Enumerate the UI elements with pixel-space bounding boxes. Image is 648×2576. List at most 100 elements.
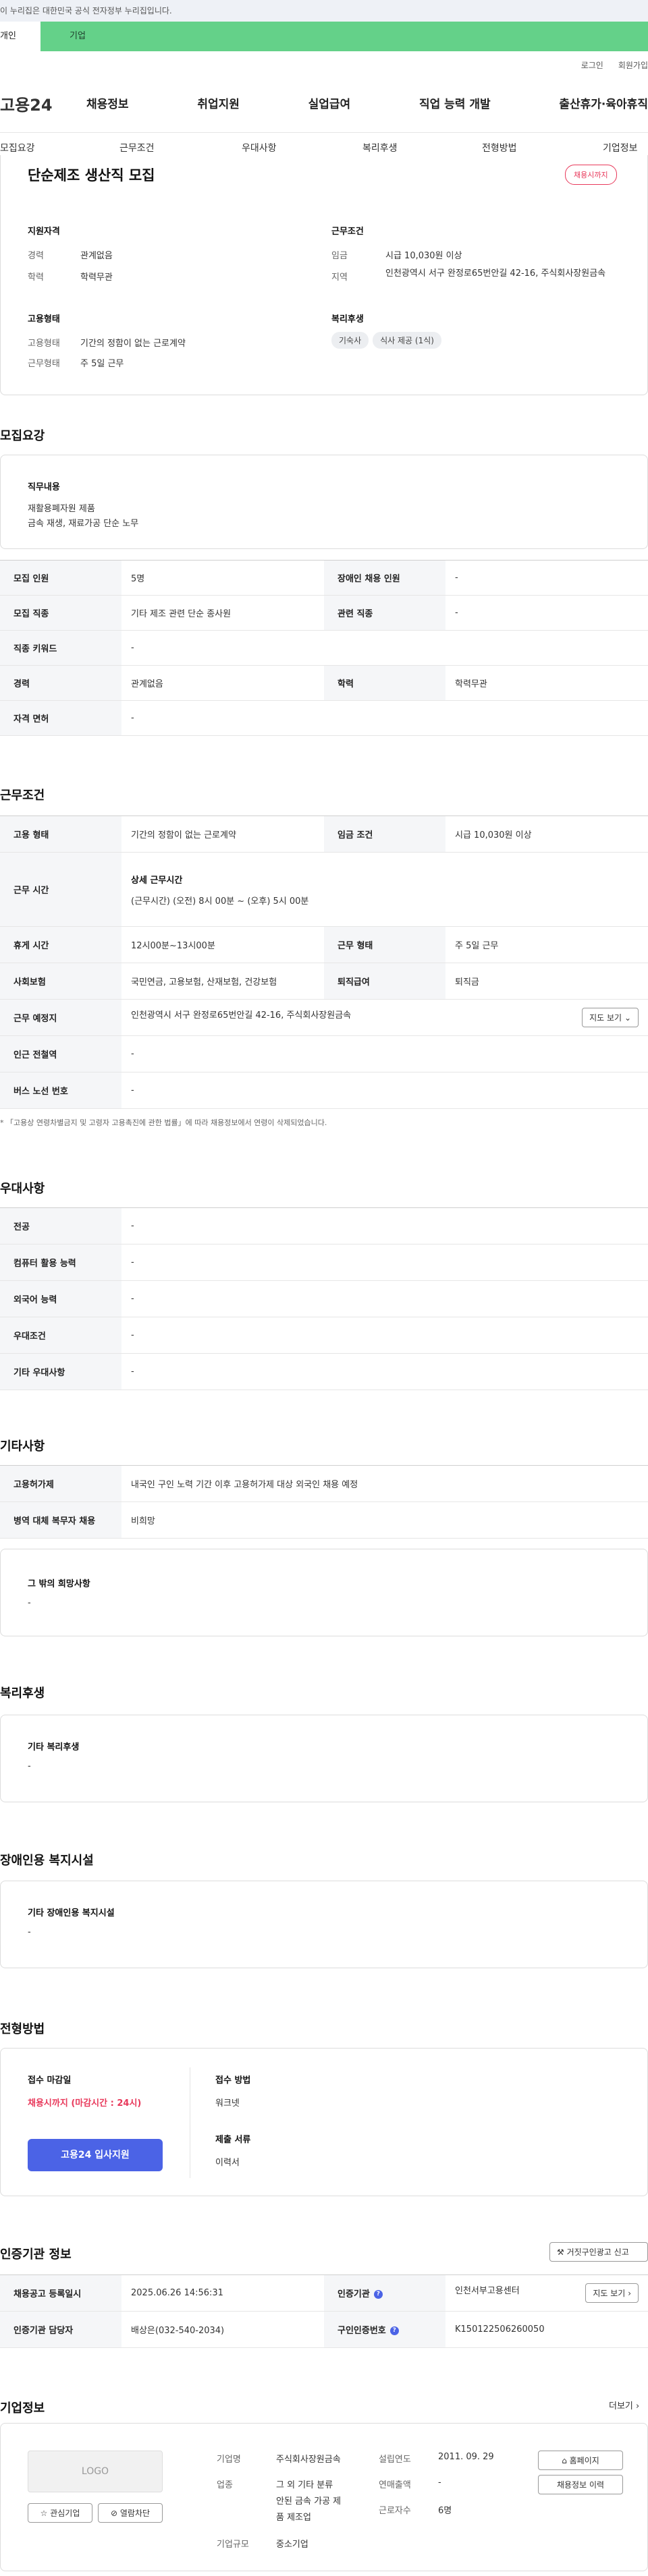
edu-label: 학력: [28, 273, 44, 283]
company-card: LOGO ☆ 관심기업 ⊘ 열람차단 기업명 주식회사장원금속 업종 그 외 기…: [0, 2423, 648, 2571]
org-map-button[interactable]: 지도 보기 ›: [585, 2283, 639, 2303]
tab-conditions[interactable]: 근무조건: [119, 141, 155, 154]
home-icon: ⌂: [562, 2456, 567, 2465]
homepage-button[interactable]: ⌂ 홈페이지: [538, 2451, 623, 2470]
cell-label: 휴게 시간: [0, 926, 122, 963]
cell-label: 관련 직종: [324, 595, 446, 631]
switch-company[interactable]: 기업: [70, 22, 86, 51]
name-value: 주식회사장원금속: [276, 2455, 341, 2465]
selection-heading: 전형방법: [0, 2022, 45, 2036]
join-link[interactable]: 회원가입: [618, 61, 648, 70]
cell-value: -: [122, 1072, 648, 1109]
cell-label: 인증기관?: [324, 2274, 446, 2312]
block-label: 열람차단: [119, 2509, 151, 2518]
block-button[interactable]: ⊘ 열람차단: [98, 2503, 163, 2523]
cell-label: 경력: [0, 665, 122, 701]
place-value: 인천광역시 서구 완정로65번안길 42-16, 주식회사장원금속: [131, 1010, 352, 1021]
cell-value: 학력무관: [446, 665, 648, 701]
tab-welfare[interactable]: 복리후생: [362, 141, 398, 154]
certification-table: 채용공고 등록일시 2025.06.26 14:56:31 인증기관? 인천서부고…: [0, 2274, 648, 2348]
table-row: 고용허가제 내국인 구인 노력 기간 이후 고용허가제 대상 외국인 채용 예정: [0, 1465, 648, 1502]
table-row: 채용공고 등록일시 2025.06.26 14:56:31 인증기관? 인천서부고…: [0, 2274, 648, 2312]
hours-value: (근무시간) (오전) 8시 00분 ~ (오후) 5시 00분: [131, 896, 309, 907]
org-value: 인천서부고용센터: [455, 2286, 520, 2296]
sales-value: -: [438, 2478, 441, 2488]
cell-label: 직종 키워드: [0, 630, 122, 666]
worktype-value: 주 5일 근무: [80, 359, 124, 369]
age-footnote: * 「고용상 연령차별금지 및 고령자 고용촉진에 관한 법률」에 따라 채용정…: [0, 1118, 327, 1127]
size-label: 기업규모: [217, 2540, 249, 2550]
map-button[interactable]: 지도 보기 ⌄: [582, 1008, 639, 1027]
job-title: 단순제조 생산직 모집: [28, 167, 155, 183]
career-value: 관계없음: [80, 251, 113, 261]
wage-label: 임금: [331, 251, 348, 261]
duty-title: 직무내용: [28, 482, 60, 492]
cell-label: 장애인 채용 인원: [324, 560, 446, 596]
extra-value: -: [28, 1598, 31, 1608]
extra-card: 그 밖의 희망사항 -: [0, 1549, 648, 1636]
report-button[interactable]: ⚒ 거짓구인광고 신고: [549, 2242, 648, 2262]
tab-recruit[interactable]: 모집요강: [0, 141, 35, 154]
history-button[interactable]: 채용정보 이력: [538, 2475, 623, 2494]
cell-value: K150122506260050: [446, 2311, 648, 2348]
nav-unemployment[interactable]: 실업급여: [308, 94, 351, 111]
map-button-label: 지도 보기: [593, 2289, 626, 2298]
benefits-heading: 복리후생: [0, 1686, 45, 1700]
info-icon[interactable]: ?: [389, 2326, 399, 2335]
cell-value: 기타 제조 관련 단순 종사원: [122, 595, 324, 631]
cell-label: 구인인증번호?: [324, 2311, 446, 2348]
extra-title: 그 밖의 희망사항: [28, 1579, 90, 1589]
interest-label: 관심기업: [50, 2509, 80, 2518]
industry-value: 품 제조업: [276, 2513, 311, 2523]
cell-value: 2025.06.26 14:56:31: [122, 2274, 324, 2312]
industry-value: 안된 금속 가공 제: [276, 2496, 342, 2507]
tab-company[interactable]: 기업정보: [603, 141, 638, 154]
cell-label: 우대조건: [0, 1317, 122, 1354]
table-row: 우대조건 -: [0, 1317, 648, 1354]
cell-value: 시급 10,030원 이상: [446, 815, 648, 853]
login-link[interactable]: 로그인: [581, 61, 603, 70]
info-icon[interactable]: ?: [373, 2290, 383, 2299]
tab-preference[interactable]: 우대사항: [242, 141, 277, 154]
more-link[interactable]: 더보기 ›: [609, 2399, 639, 2411]
site-logo[interactable]: 고용24: [0, 92, 53, 115]
recruit-heading: 모집요강: [0, 429, 45, 443]
cell-label: 학력: [324, 665, 446, 701]
nav-employment-support[interactable]: 취업지원: [197, 94, 240, 111]
preference-table: 전공 - 컴퓨터 활용 능력 - 외국어 능력 - 우대조건 - 기타 우대사항 -: [0, 1207, 648, 1390]
nav-jobs[interactable]: 채용정보: [86, 94, 129, 111]
docs-title: 제출 서류: [215, 2135, 251, 2145]
table-row: 기타 우대사항 -: [0, 1353, 648, 1390]
table-row: 모집 직종 기타 제조 관련 단순 종사원 관련 직종 -: [0, 595, 648, 631]
emptype-label: 고용형태: [28, 339, 60, 349]
size-value: 중소기업: [276, 2540, 308, 2550]
staff-label: 근로자수: [379, 2506, 411, 2516]
table-row: 경력 관계없음 학력 학력무관: [0, 665, 648, 701]
nav-training[interactable]: 직업 능력 개발: [419, 94, 491, 111]
cell-value: -: [122, 1317, 648, 1354]
cell-label: 퇴직급여: [324, 963, 446, 1000]
welfare-tags: 기숙사 식사 제공 (1식): [331, 332, 446, 349]
cell-label: 버스 노선 번호: [0, 1072, 122, 1109]
nav-leave[interactable]: 출산휴가·육아휴직: [559, 94, 648, 111]
duty-card: 직무내용 재활용폐자원 제품 금속 재생, 재료가공 단순 노무: [0, 455, 648, 549]
tab-selection[interactable]: 전형방법: [482, 141, 517, 154]
table-row: 휴게 시간 12시00분~13시00분 근무 형태 주 5일 근무: [0, 926, 648, 963]
edu-value: 학력무관: [80, 273, 113, 283]
benefits-value: -: [28, 1761, 31, 1771]
sales-label: 연매출액: [379, 2480, 411, 2490]
other-table: 고용허가제 내국인 구인 노력 기간 이후 고용허가제 대상 외국인 채용 예정 …: [0, 1465, 648, 1539]
report-button-label: 거짓구인광고 신고: [566, 2248, 629, 2257]
cell-label: 근무 예정지: [0, 999, 122, 1036]
apply-button[interactable]: 고용24 입사지원: [28, 2139, 163, 2171]
gov-banner: 이 누리집은 대한민국 공식 전자정부 누리집입니다.: [0, 0, 648, 22]
selection-card: 접수 마감일 채용시까지 (마감시간 : 24시) 고용24 입사지원 접수 방…: [0, 2048, 648, 2196]
interest-button[interactable]: ☆ 관심기업: [28, 2503, 92, 2523]
table-row: 컴퓨터 활용 능력 -: [0, 1244, 648, 1281]
cell-label: 기타 우대사항: [0, 1353, 122, 1390]
recruit-table: 모집 인원 5명 장애인 채용 인원 - 모집 직종 기타 제조 관련 단순 종사원 …: [0, 560, 648, 736]
deadline-title: 접수 마감일: [28, 2076, 72, 2086]
cell-label: 전공: [0, 1207, 122, 1244]
table-row: 사회보험 국민연금, 고용보험, 산재보험, 건강보험 퇴직급여 퇴직금: [0, 963, 648, 1000]
switch-individual[interactable]: 개인: [0, 22, 40, 51]
